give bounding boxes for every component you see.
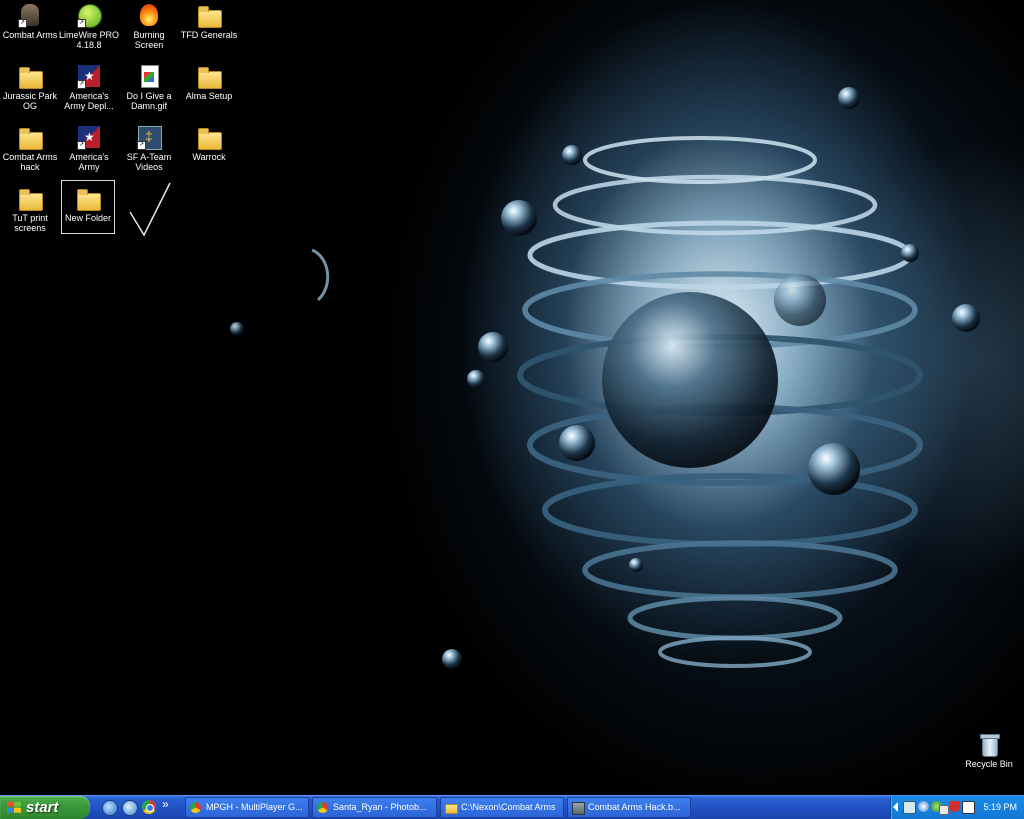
desktop-icon-alma-setup[interactable]: Alma Setup <box>179 63 239 101</box>
desktop-icon-limewire[interactable]: ↗ LimeWire PRO 4.18.8 <box>59 2 119 50</box>
desktop-icon-recycle-bin[interactable]: Recycle Bin <box>959 731 1019 769</box>
desktop-icon-combat-arms-hack[interactable]: Combat Arms hack <box>0 124 60 172</box>
desktop-icon-label: TFD Generals <box>180 30 238 40</box>
recycle-bin-icon <box>977 733 1001 757</box>
folder-icon <box>197 65 222 89</box>
desktop-wallpaper <box>0 0 1024 795</box>
desktop-icon-americas-army-deploy[interactable]: ★ ↗ America's Army Depl... <box>59 63 119 111</box>
start-label: start <box>26 799 59 816</box>
folder-icon <box>197 4 222 28</box>
desktop-icon-combat-arms[interactable]: ↗ Combat Arms <box>0 2 60 40</box>
desktop-icon-label: SF A-Team Videos <box>126 152 172 172</box>
desktop-icon-label: America's Army <box>69 152 109 172</box>
desktop-icon-label: LimeWire PRO 4.18.8 <box>59 30 120 50</box>
desktop-icon-label: America's Army Depl... <box>64 91 114 111</box>
sf-insignia-icon: ‡ ↗ <box>137 126 162 150</box>
desktop-icon-warrock[interactable]: Warrock <box>179 124 239 162</box>
desktop-icon-label: Jurassic Park OG <box>2 91 57 111</box>
chrome-icon[interactable] <box>142 800 156 814</box>
folder-icon <box>18 65 43 89</box>
desktop-icon-label: Burning Screen <box>133 30 165 50</box>
desktop-icon-label: TuT print screens <box>12 213 48 233</box>
americas-army-icon: ★ ↗ <box>77 65 101 89</box>
taskbar: start » MPGH - MultiPlayer G... Santa_Ry… <box>0 795 1024 819</box>
desktop-icon-label: Combat Arms hack <box>2 152 58 172</box>
limewire-icon: ↗ <box>77 4 102 28</box>
desktop-icon-label: Combat Arms <box>2 30 58 40</box>
taskbar-button-explorer[interactable]: C:\Nexon\Combat Arms <box>440 797 564 818</box>
quicklaunch-overflow-chevron[interactable]: » <box>162 797 169 811</box>
security-shield-icon[interactable] <box>949 801 960 812</box>
desktop-icon-tfd-generals[interactable]: TFD Generals <box>179 2 239 40</box>
flame-icon <box>137 4 161 28</box>
desktop-icon-new-folder[interactable]: New Folder <box>61 180 115 234</box>
desktop-icon-jurassic-park[interactable]: Jurassic Park OG <box>0 63 60 111</box>
task-label: Santa_Ryan - Photob... <box>333 802 427 812</box>
desktop-icon-tut-print-screens[interactable]: TuT print screens <box>0 185 60 233</box>
start-button[interactable]: start <box>0 796 90 819</box>
task-label: C:\Nexon\Combat Arms <box>461 802 556 812</box>
desktop-icon-burning-screen[interactable]: Burning Screen <box>119 2 179 50</box>
taskbar-button-mpgh[interactable]: MPGH - MultiPlayer G... <box>185 797 309 818</box>
network-icon[interactable] <box>903 801 916 814</box>
desktop-icon-label: Warrock <box>192 152 226 162</box>
folder-icon <box>445 804 458 814</box>
system-tray: 5:19 PM <box>890 796 1024 819</box>
image-file-icon <box>137 65 161 89</box>
folder-icon <box>76 187 101 211</box>
combat-arms-icon: ↗ <box>18 4 42 28</box>
desktop-icon-label: Recycle Bin <box>965 759 1013 769</box>
taskbar-button-hack-bat[interactable]: Combat Arms Hack.b... <box>567 797 691 818</box>
desktop-icon-gif-file[interactable]: Do I Give a Damn.gif <box>119 63 179 111</box>
tray-app-icon[interactable] <box>962 801 975 814</box>
chrome-icon <box>190 802 201 813</box>
quick-launch-bar: » <box>98 797 178 818</box>
folder-icon <box>18 126 43 150</box>
desktop-icon-label: New Folder <box>64 213 111 223</box>
folder-icon <box>18 187 43 211</box>
batch-file-icon <box>572 802 585 815</box>
chrome-icon <box>317 802 328 813</box>
wallpaper-spiral-art <box>129 87 980 669</box>
task-label: Combat Arms Hack.b... <box>588 802 681 812</box>
folder-icon <box>197 126 222 150</box>
show-hidden-icons-arrow-icon[interactable] <box>893 802 898 812</box>
windows-logo-icon <box>7 801 21 813</box>
desktop-icon-sf-videos[interactable]: ‡ ↗ SF A-Team Videos <box>119 124 179 172</box>
monitor-icon[interactable] <box>939 805 949 815</box>
desktop-icon-label: Do I Give a Damn.gif <box>126 91 172 111</box>
show-desktop-icon[interactable] <box>102 800 118 816</box>
taskbar-button-photobucket[interactable]: Santa_Ryan - Photob... <box>312 797 437 818</box>
internet-explorer-icon[interactable] <box>122 800 138 816</box>
bluetooth-icon[interactable] <box>918 801 929 812</box>
taskbar-clock[interactable]: 5:19 PM <box>983 796 1017 819</box>
task-label: MPGH - MultiPlayer G... <box>206 802 303 812</box>
americas-army-icon: ★ ↗ <box>77 126 101 150</box>
desktop-icon-label: Alma Setup <box>185 91 233 101</box>
desktop-icon-americas-army[interactable]: ★ ↗ America's Army <box>59 124 119 172</box>
